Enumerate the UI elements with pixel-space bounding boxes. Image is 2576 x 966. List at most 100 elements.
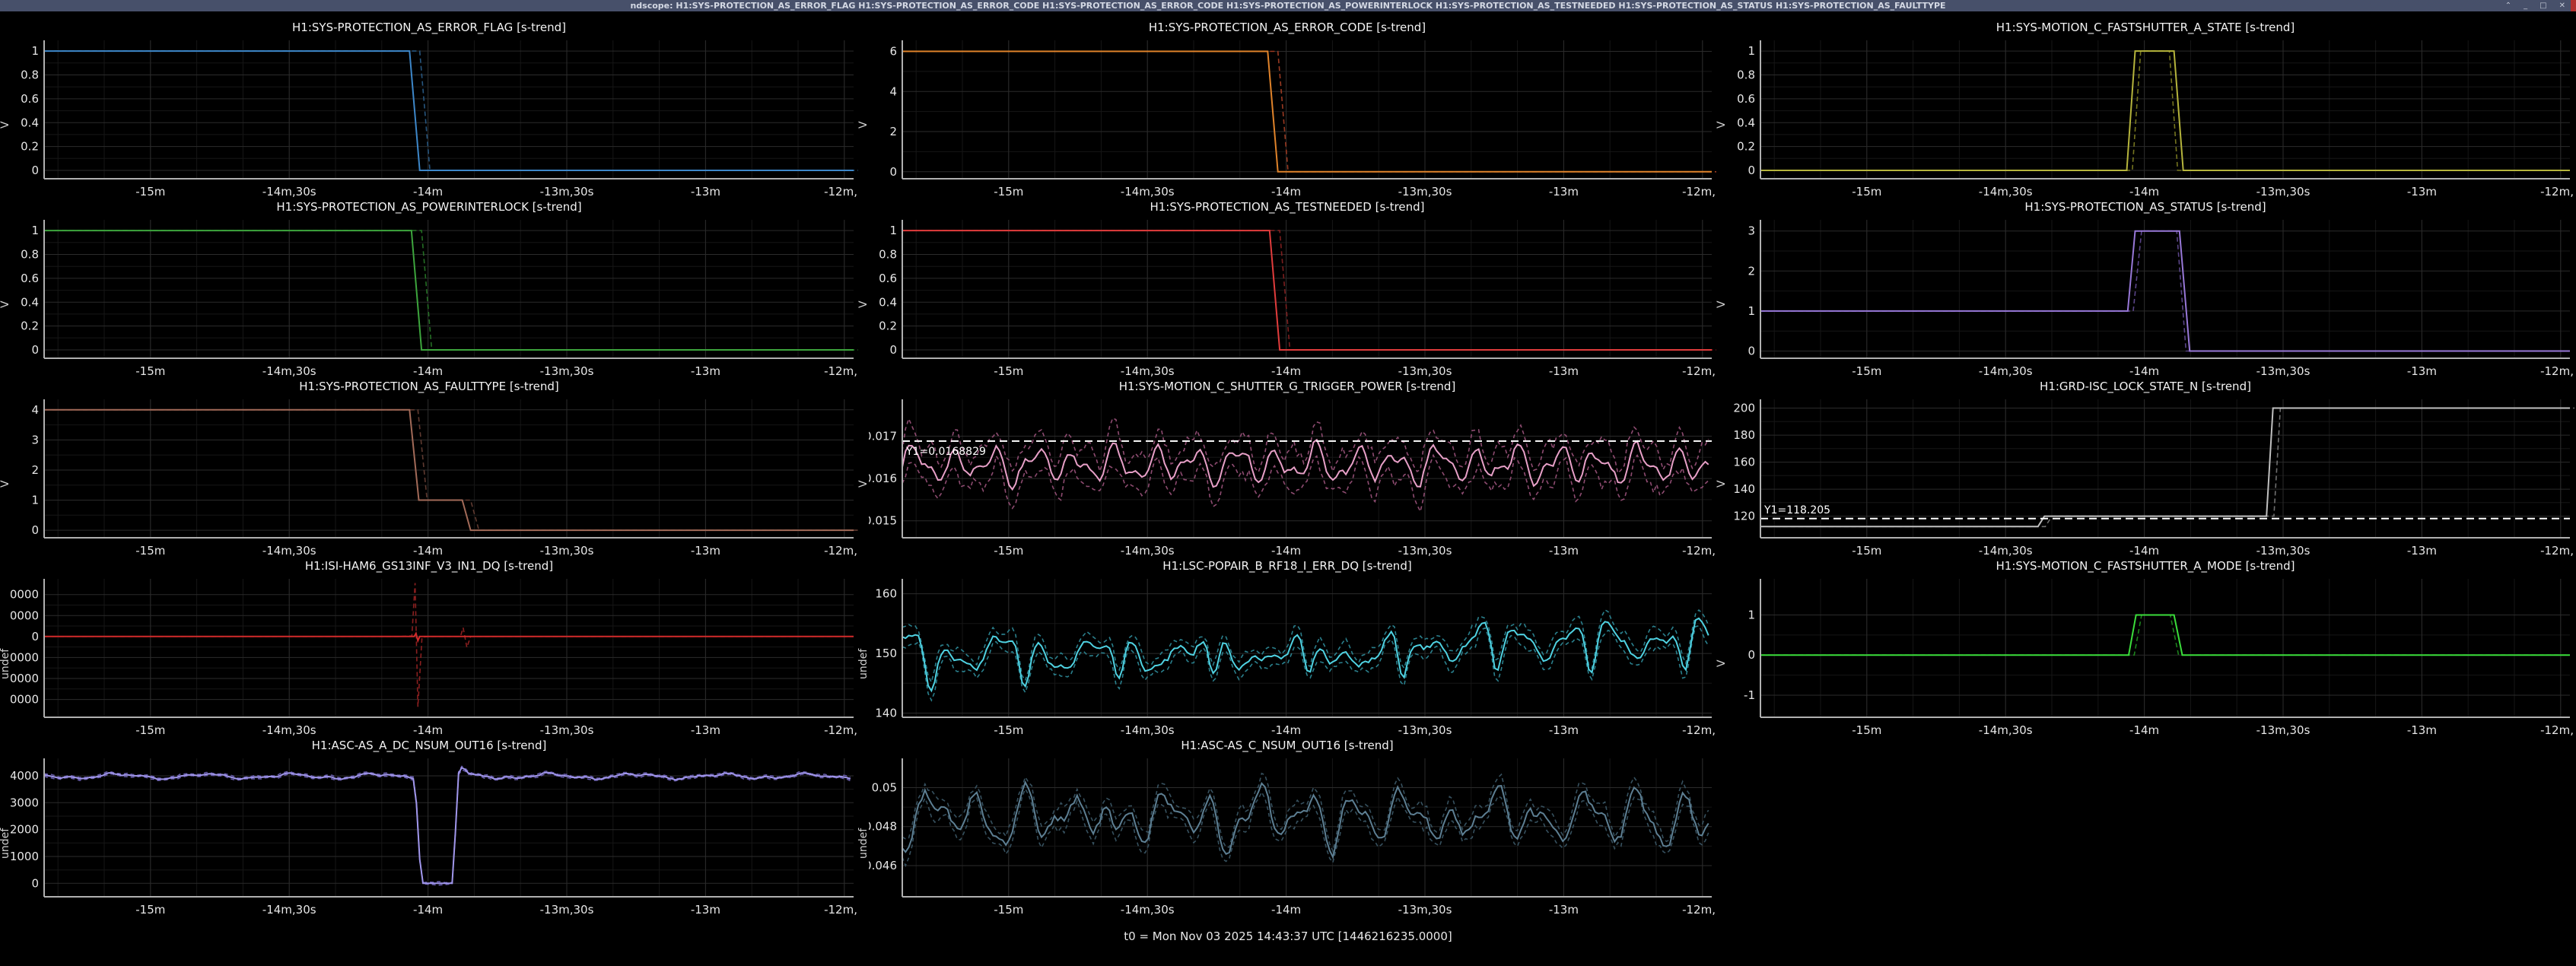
close-button[interactable]: ✕ bbox=[2559, 0, 2565, 11]
y-axis-label: V bbox=[858, 395, 869, 558]
plot-cell: H1:ASC-AS_A_DC_NSUM_OUT16 [s-trend]undef… bbox=[0, 738, 858, 917]
svg-text:-13m: -13m bbox=[1549, 723, 1579, 737]
plot-canvas[interactable]: 01000200030004000-15m-14m,30s-14m-13m,30… bbox=[11, 754, 858, 917]
svg-text:-1: -1 bbox=[1744, 688, 1755, 702]
svg-text:-14m: -14m bbox=[2129, 544, 2159, 558]
t0-label: t0 = Mon Nov 03 2025 14:43:37 UTC [14462… bbox=[0, 929, 2576, 943]
svg-text:-30000: -30000 bbox=[11, 693, 39, 707]
plot-cell: H1:SYS-MOTION_C_FASTSHUTTER_A_STATE [s-t… bbox=[1716, 20, 2574, 199]
minimize-button[interactable]: _ bbox=[2524, 0, 2527, 11]
svg-text:-14m,30s: -14m,30s bbox=[262, 723, 316, 737]
svg-text:-15m: -15m bbox=[1852, 544, 1881, 558]
y-axis-label: V bbox=[858, 215, 869, 379]
svg-text:0.048: 0.048 bbox=[869, 820, 897, 834]
svg-text:-15m: -15m bbox=[135, 723, 165, 737]
svg-text:4: 4 bbox=[31, 403, 39, 417]
svg-text:-13m,30s: -13m,30s bbox=[1398, 364, 1452, 378]
plot-canvas[interactable]: Y1=0.01688290.0150.0160.017-15m-14m,30s-… bbox=[869, 395, 1716, 558]
svg-text:-13m: -13m bbox=[1549, 364, 1579, 378]
svg-text:0.2: 0.2 bbox=[21, 319, 39, 333]
y-axis-label: undef bbox=[858, 574, 869, 738]
svg-text:-14m: -14m bbox=[413, 903, 443, 917]
svg-text:-14m,30s: -14m,30s bbox=[1121, 544, 1175, 558]
plot-canvas[interactable]: 140150160-15m-14m,30s-14m-13m,30s-13m-12… bbox=[869, 574, 1716, 738]
plot-cell: H1:SYS-PROTECTION_AS_STATUS [s-trend]V01… bbox=[1716, 199, 2574, 379]
svg-text:-15m: -15m bbox=[135, 364, 165, 378]
shade-button[interactable]: ⌃ bbox=[2505, 0, 2511, 11]
svg-text:-14m,30s: -14m,30s bbox=[262, 903, 316, 917]
svg-text:-14m,30s: -14m,30s bbox=[1121, 364, 1175, 378]
svg-text:-14m: -14m bbox=[1271, 723, 1301, 737]
svg-text:-15m: -15m bbox=[1852, 364, 1881, 378]
svg-text:-13m: -13m bbox=[2407, 185, 2437, 199]
plot-canvas[interactable]: 00.20.40.60.81-15m-14m,30s-14m-13m,30s-1… bbox=[11, 36, 858, 199]
svg-text:-15m: -15m bbox=[135, 544, 165, 558]
plot-canvas[interactable]: 20000100000-10000-20000-30000-15m-14m,30… bbox=[11, 574, 858, 738]
svg-text:-20000: -20000 bbox=[11, 672, 39, 685]
svg-text:-12m,3: -12m,3 bbox=[1682, 185, 1716, 199]
plot-canvas[interactable]: 0123-15m-14m,30s-14m-13m,30s-13m-12m,3 bbox=[1727, 215, 2574, 379]
svg-text:-10000: -10000 bbox=[11, 650, 39, 664]
svg-text:-15m: -15m bbox=[994, 723, 1023, 737]
plot-cell: H1:LSC-POPAIR_B_RF18_I_ERR_DQ [s-trend]u… bbox=[858, 558, 1716, 738]
plot-canvas[interactable]: 0.0460.0480.05-15m-14m,30s-14m-13m,30s-1… bbox=[869, 754, 1716, 917]
svg-text:0.2: 0.2 bbox=[21, 140, 39, 154]
svg-text:-13m,30s: -13m,30s bbox=[2256, 185, 2310, 199]
svg-text:-15m: -15m bbox=[994, 185, 1023, 199]
svg-text:-13m: -13m bbox=[691, 544, 720, 558]
plot-canvas[interactable]: Y1=118.205120140160180200-15m-14m,30s-14… bbox=[1727, 395, 2574, 558]
plot-cell: H1:ASC-AS_C_NSUM_OUT16 [s-trend]undef0.0… bbox=[858, 738, 1716, 917]
plot-title: H1:SYS-MOTION_C_FASTSHUTTER_A_MODE [s-tr… bbox=[1716, 558, 2574, 574]
svg-text:-12m,3: -12m,3 bbox=[2540, 544, 2574, 558]
plot-canvas[interactable]: 00.20.40.60.81-15m-14m,30s-14m-13m,30s-1… bbox=[869, 215, 1716, 379]
y-axis-label: V bbox=[858, 36, 869, 199]
svg-text:150: 150 bbox=[875, 647, 897, 660]
svg-text:1: 1 bbox=[31, 494, 39, 507]
svg-text:0.2: 0.2 bbox=[879, 319, 897, 333]
svg-text:-14m: -14m bbox=[1271, 364, 1301, 378]
svg-text:-12m,3: -12m,3 bbox=[824, 544, 858, 558]
svg-text:-14m,30s: -14m,30s bbox=[262, 544, 316, 558]
svg-text:0.4: 0.4 bbox=[1737, 116, 1755, 129]
y-axis-label: V bbox=[0, 395, 11, 558]
svg-text:3000: 3000 bbox=[11, 796, 39, 809]
plot-canvas[interactable]: 0246-15m-14m,30s-14m-13m,30s-13m-12m,3 bbox=[869, 36, 1716, 199]
svg-text:-12m,3: -12m,3 bbox=[1682, 364, 1716, 378]
titlebar[interactable]: ndscope: H1:SYS-PROTECTION_AS_ERROR_FLAG… bbox=[0, 0, 2576, 11]
svg-text:0: 0 bbox=[31, 876, 39, 890]
y-axis-label: V bbox=[0, 215, 11, 379]
plot-cell: H1:GRD-ISC_LOCK_STATE_N [s-trend]VY1=118… bbox=[1716, 379, 2574, 558]
svg-text:0.046: 0.046 bbox=[869, 859, 897, 872]
svg-text:-13m: -13m bbox=[1549, 185, 1579, 199]
svg-text:3: 3 bbox=[1748, 224, 1755, 238]
svg-text:0: 0 bbox=[1748, 164, 1755, 177]
svg-text:0.4: 0.4 bbox=[21, 295, 39, 309]
svg-text:-13m: -13m bbox=[691, 723, 720, 737]
svg-text:-13m,30s: -13m,30s bbox=[2256, 364, 2310, 378]
svg-text:-15m: -15m bbox=[1852, 185, 1881, 199]
svg-text:-14m: -14m bbox=[413, 364, 443, 378]
svg-text:2000: 2000 bbox=[11, 823, 39, 837]
svg-text:-13m: -13m bbox=[2407, 723, 2437, 737]
y-axis-label: undef bbox=[0, 754, 11, 917]
svg-text:0.8: 0.8 bbox=[21, 248, 39, 262]
svg-text:-15m: -15m bbox=[135, 185, 165, 199]
svg-text:0.8: 0.8 bbox=[21, 68, 39, 82]
plot-title: H1:ASC-AS_C_NSUM_OUT16 [s-trend] bbox=[858, 738, 1716, 754]
svg-text:-14m,30s: -14m,30s bbox=[1121, 903, 1175, 917]
svg-text:0: 0 bbox=[889, 165, 897, 179]
plot-canvas[interactable]: 00.20.40.60.81-15m-14m,30s-14m-13m,30s-1… bbox=[1727, 36, 2574, 199]
plot-canvas[interactable]: 00.20.40.60.81-15m-14m,30s-14m-13m,30s-1… bbox=[11, 215, 858, 379]
svg-text:0.6: 0.6 bbox=[21, 92, 39, 106]
svg-text:0.6: 0.6 bbox=[879, 272, 897, 285]
plot-canvas[interactable]: 01234-15m-14m,30s-14m-13m,30s-13m-12m,3 bbox=[11, 395, 858, 558]
svg-text:160: 160 bbox=[1733, 456, 1755, 469]
svg-text:-13m,30s: -13m,30s bbox=[540, 185, 594, 199]
svg-text:6: 6 bbox=[889, 45, 897, 59]
svg-text:200: 200 bbox=[1733, 402, 1755, 415]
maximize-button[interactable]: □ bbox=[2539, 0, 2546, 11]
plot-title: H1:SYS-MOTION_C_SHUTTER_G_TRIGGER_POWER … bbox=[858, 379, 1716, 395]
svg-text:1: 1 bbox=[31, 224, 39, 237]
plot-canvas[interactable]: -101-15m-14m,30s-14m-13m,30s-13m-12m,3 bbox=[1727, 574, 2574, 738]
svg-text:-13m,30s: -13m,30s bbox=[540, 364, 594, 378]
